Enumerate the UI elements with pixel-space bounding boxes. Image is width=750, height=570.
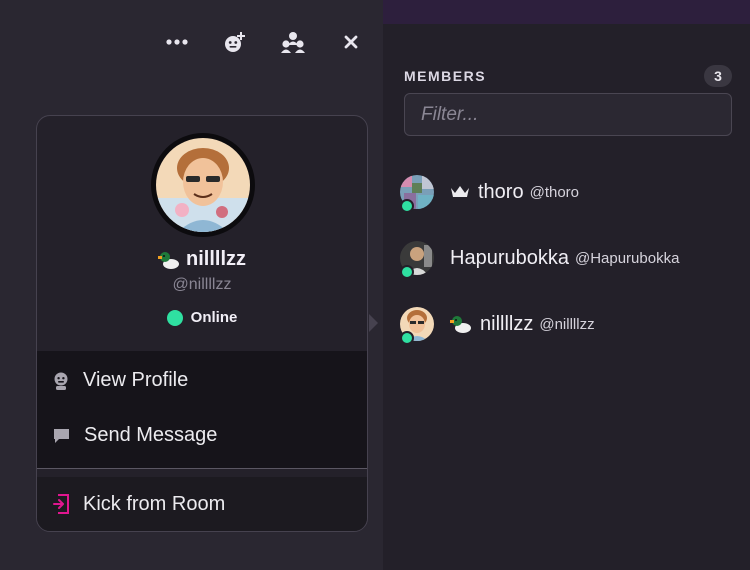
member-name: nillllzz xyxy=(480,312,534,335)
members-button[interactable] xyxy=(279,28,307,56)
kick-from-room-button[interactable]: Kick from Room xyxy=(37,477,367,531)
duck-icon xyxy=(158,251,179,269)
more-options-button[interactable] xyxy=(163,28,191,56)
member-handle: @thoro xyxy=(529,183,580,201)
view-profile-button[interactable]: View Profile xyxy=(37,353,367,408)
add-reaction-icon xyxy=(225,32,245,52)
member-item-hapurubokka[interactable]: Hapurubokka @Hapurubokka xyxy=(400,238,680,279)
member-item-nillllzz[interactable]: nillllzz @nillllzz xyxy=(400,304,595,345)
member-handle: @nillllzz xyxy=(539,315,595,333)
popover-menu: View Profile Send Message xyxy=(37,351,367,469)
online-status-dot xyxy=(400,331,414,345)
profile-icon xyxy=(54,372,68,390)
members-icon xyxy=(281,32,305,53)
popover-handle: @nillllzz xyxy=(172,276,232,293)
popover-pointer xyxy=(369,314,378,332)
view-profile-label: View Profile xyxy=(83,369,189,391)
online-status-dot xyxy=(400,265,414,279)
popover-name-row: nillllzz xyxy=(37,248,367,271)
add-reaction-button[interactable] xyxy=(221,28,249,56)
more-dots-icon xyxy=(166,39,188,45)
member-profile-popover: nillllzz @nillllzz Online View Profile S… xyxy=(36,115,368,532)
member-name: thoro xyxy=(478,180,524,203)
avatar xyxy=(400,307,434,345)
close-icon xyxy=(344,35,358,49)
room-toolbar xyxy=(163,28,365,56)
online-status-dot xyxy=(166,309,183,326)
exit-icon xyxy=(53,494,69,514)
members-count-badge: 3 xyxy=(704,65,732,87)
popover-display-name: nillllzz xyxy=(186,248,246,270)
member-item-thoro[interactable]: thoro @thoro xyxy=(400,172,580,213)
crown-icon xyxy=(451,186,469,197)
avatar xyxy=(151,133,255,237)
online-status-dot xyxy=(400,199,414,213)
member-handle: @Hapurubokka xyxy=(574,249,680,267)
members-panel: MEMBERS 3 thoro @thoro xyxy=(383,0,750,570)
message-icon xyxy=(54,428,69,443)
avatar-illustration xyxy=(156,138,250,232)
send-message-label: Send Message xyxy=(84,424,218,446)
header-strip xyxy=(383,0,750,24)
avatar xyxy=(400,175,434,213)
members-filter-input[interactable] xyxy=(404,93,732,136)
send-message-button[interactable]: Send Message xyxy=(37,408,367,463)
room-pane: nillllzz @nillllzz Online View Profile S… xyxy=(0,0,383,570)
duck-icon xyxy=(450,316,471,333)
popover-status: Online xyxy=(37,309,367,326)
status-label: Online xyxy=(190,309,238,326)
close-button[interactable] xyxy=(337,28,365,56)
avatar xyxy=(400,241,434,279)
members-heading: MEMBERS xyxy=(404,68,487,84)
kick-from-room-label: Kick from Room xyxy=(83,492,226,515)
member-name: Hapurubokka xyxy=(450,246,569,269)
